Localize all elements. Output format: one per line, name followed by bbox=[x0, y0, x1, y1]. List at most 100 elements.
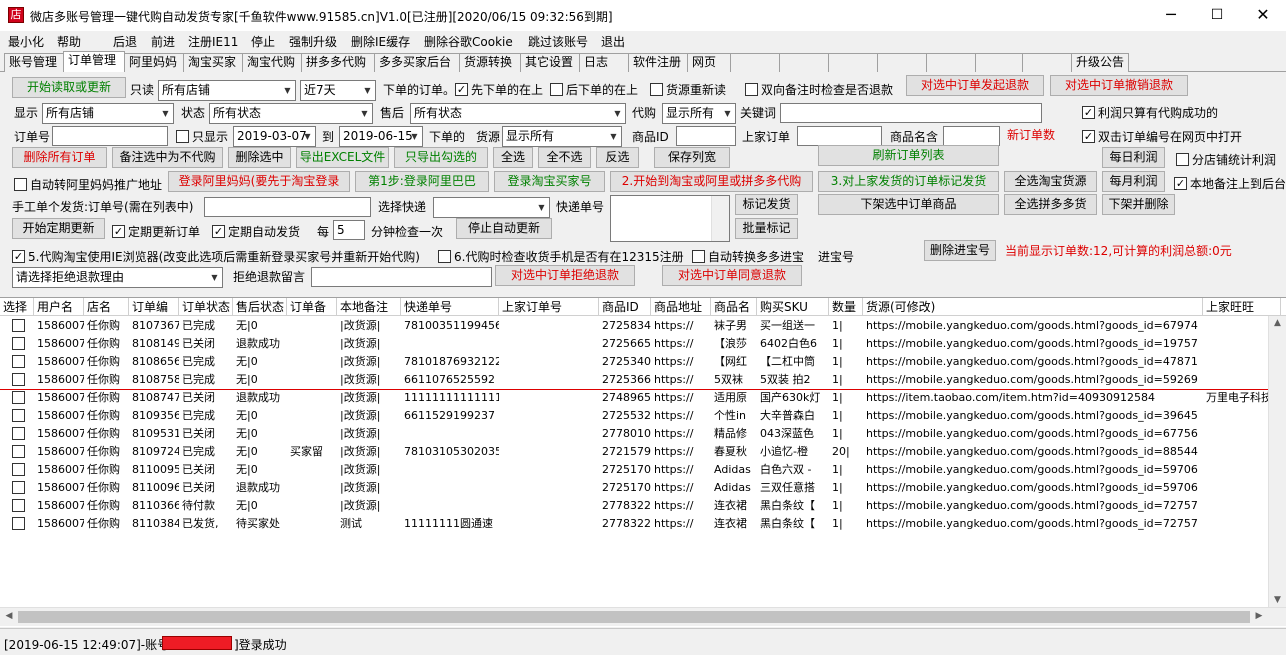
menu-stop[interactable]: 停止 bbox=[251, 33, 275, 50]
cancel-refund-button[interactable]: 对选中订单撤销退款 bbox=[1050, 75, 1188, 96]
row-checkbox[interactable] bbox=[12, 445, 25, 458]
agent-select[interactable]: 显示所有 ▼ bbox=[662, 103, 736, 124]
source-select[interactable]: 显示所有 ▼ bbox=[502, 126, 622, 147]
delist-delete-button[interactable]: 下架并删除 bbox=[1102, 194, 1175, 215]
table-row[interactable]: 1586007 任你购 8108758 已完成 无|0 |改货源| 661107652559… bbox=[0, 371, 1286, 389]
refetch-source-checkbox[interactable] bbox=[650, 83, 663, 96]
column-header[interactable]: 商品名 bbox=[711, 298, 757, 316]
row-checkbox[interactable] bbox=[12, 319, 25, 332]
refresh-order-list-button[interactable]: 刷新订单列表 bbox=[818, 145, 999, 166]
start-agent-purchase-button[interactable]: 2.开始到淘宝或阿里或拼多多代购 bbox=[610, 171, 813, 192]
tab-blank-1[interactable] bbox=[730, 53, 780, 72]
monthly-profit-button[interactable]: 每月利润 bbox=[1102, 171, 1165, 192]
tab-pdd-agent[interactable]: 拼多多代购 bbox=[301, 53, 375, 72]
select-none-button[interactable]: 全不选 bbox=[538, 147, 591, 168]
export-excel-button[interactable]: 导出EXCEL文件 bbox=[296, 147, 389, 168]
column-header[interactable]: 售后状态 bbox=[233, 298, 287, 316]
tab-taobao-buyer[interactable]: 淘宝买家 bbox=[183, 53, 243, 72]
tab-blank-2[interactable] bbox=[779, 53, 829, 72]
table-row[interactable]: 1586007 任你购 8110366 待付款 无|0 |改货源| 2778322 https… bbox=[0, 497, 1286, 515]
table-row[interactable]: 1586007 任你购 8110096 已关闭 退款成功 |改货源| 2725170 http… bbox=[0, 479, 1286, 497]
auto-ali-promo-checkbox[interactable] bbox=[14, 178, 27, 191]
login-alimama-button[interactable]: 登录阿里妈妈(要先于淘宝登录 bbox=[168, 171, 350, 192]
tab-pdd-buyer-backend[interactable]: 多多买家后台 bbox=[374, 53, 460, 72]
local-remark-upload-checkbox[interactable]: ✓ bbox=[1174, 177, 1187, 190]
column-header[interactable]: 购买SKU bbox=[757, 298, 829, 316]
column-header[interactable]: 订单备 bbox=[287, 298, 337, 316]
table-row[interactable]: 1586007 任你购 8110095 已关闭 无|0 |改货源| 2725170 https… bbox=[0, 461, 1286, 479]
date-from-picker[interactable]: 2019-03-07 ▼ bbox=[233, 126, 316, 147]
tab-webpage[interactable]: 网页 bbox=[687, 53, 731, 72]
invert-selection-button[interactable]: 反选 bbox=[596, 147, 639, 168]
mark-ship-button[interactable]: 标记发货 bbox=[735, 194, 798, 215]
menu-help[interactable]: 帮助 bbox=[57, 33, 81, 50]
days-select[interactable]: 近7天 ▼ bbox=[300, 80, 376, 101]
maximize-button[interactable]: ☐ bbox=[1194, 0, 1240, 31]
table-row[interactable]: 1586007 任你购 8108747 已关闭 退款成功 |改货源| 11111111111… bbox=[0, 389, 1286, 407]
row-checkbox[interactable] bbox=[12, 409, 25, 422]
periodic-ship-checkbox[interactable]: ✓ bbox=[212, 225, 225, 238]
table-row[interactable]: 1586007 任你购 8108149 已关闭 退款成功 |改货源| 2725665 http… bbox=[0, 335, 1286, 353]
vertical-scrollbar[interactable]: ▲ ▼ bbox=[1268, 316, 1286, 609]
close-button[interactable]: ✕ bbox=[1240, 0, 1286, 31]
menu-exit[interactable]: 退出 bbox=[601, 33, 625, 50]
agree-refund-button[interactable]: 对选中订单同意退款 bbox=[662, 265, 802, 286]
table-row[interactable]: 1586007 任你购 8110384 已发货, 待买家处 测试 11111111圆通速 27… bbox=[0, 515, 1286, 533]
column-header[interactable]: 订单编 bbox=[129, 298, 179, 316]
minimize-button[interactable]: ─ bbox=[1148, 0, 1194, 31]
read-update-button[interactable]: 开始读取或更新 bbox=[12, 77, 126, 98]
column-header[interactable]: 用户名 bbox=[34, 298, 84, 316]
auto-convert-pdd-checkbox[interactable] bbox=[692, 250, 705, 263]
date-to-picker[interactable]: 2019-06-15 ▼ bbox=[339, 126, 423, 147]
profit-only-checkbox[interactable]: ✓ bbox=[1082, 106, 1095, 119]
scroll-down-icon[interactable]: ▼ bbox=[1269, 595, 1286, 605]
tab-upgrade-notice[interactable]: 升级公告 bbox=[1071, 53, 1129, 72]
taobao-ie-checkbox[interactable]: ✓ bbox=[12, 250, 25, 263]
column-header[interactable]: 数量 bbox=[829, 298, 863, 316]
menu-clear-ie-cache[interactable]: 删除IE缓存 bbox=[351, 33, 410, 50]
scroll-up-icon[interactable]: ▲ bbox=[1269, 318, 1286, 328]
scrollbar[interactable] bbox=[711, 196, 729, 241]
login-1688-button[interactable]: 第1步:登录阿里巴巴 bbox=[355, 171, 489, 192]
row-checkbox[interactable] bbox=[12, 373, 25, 386]
tab-alimama[interactable]: 阿里妈妈 bbox=[124, 53, 184, 72]
delete-selected-button[interactable]: 删除选中 bbox=[228, 147, 291, 168]
row-checkbox[interactable] bbox=[12, 337, 25, 350]
delist-selected-button[interactable]: 下架选中订单商品 bbox=[818, 194, 999, 215]
row-checkbox[interactable] bbox=[12, 517, 25, 530]
mark-upstream-shipped-button[interactable]: 3.对上家发货的订单标记发货 bbox=[818, 171, 999, 192]
product-id-input[interactable] bbox=[676, 126, 736, 146]
periodic-update-checkbox[interactable]: ✓ bbox=[112, 225, 125, 238]
select-all-button[interactable]: 全选 bbox=[493, 147, 533, 168]
export-checked-button[interactable]: 只导出勾选的 bbox=[394, 147, 488, 168]
tab-accounts[interactable]: 账号管理 bbox=[4, 53, 64, 72]
tab-blank-3[interactable] bbox=[828, 53, 878, 72]
column-header[interactable]: 快递单号 bbox=[401, 298, 499, 316]
keyword-input[interactable] bbox=[780, 103, 1042, 123]
express-no-textarea[interactable] bbox=[610, 195, 730, 242]
table-row[interactable]: 1586007 任你购 8108656 已完成 无|0 |改货源| 781018769321… bbox=[0, 353, 1286, 371]
dual-remark-checkbox[interactable] bbox=[745, 83, 758, 96]
column-header[interactable]: 上家旺旺 bbox=[1203, 298, 1281, 316]
column-header[interactable]: 上家订单号 bbox=[499, 298, 599, 316]
manual-ship-order-input[interactable] bbox=[204, 197, 371, 217]
per-shop-stats-checkbox[interactable] bbox=[1176, 153, 1189, 166]
status-select[interactable]: 所有状态 ▼ bbox=[209, 103, 373, 124]
after-sale-select[interactable]: 所有状态 ▼ bbox=[410, 103, 626, 124]
table-row[interactable]: 1586007 任你购 8107367 已完成 无|0 |改货源| 781003511994… bbox=[0, 317, 1286, 335]
remark-not-agent-button[interactable]: 备注选中为不代购 bbox=[112, 147, 223, 168]
reject-msg-input[interactable] bbox=[311, 267, 492, 287]
row-checkbox[interactable] bbox=[12, 499, 25, 512]
scroll-right-icon[interactable]: ▶ bbox=[1254, 611, 1264, 621]
display-select[interactable]: 所有店铺 ▼ bbox=[42, 103, 174, 124]
daily-profit-button[interactable]: 每日利润 bbox=[1102, 147, 1165, 168]
menu-clear-chrome-cookie[interactable]: 删除谷歌Cookie bbox=[424, 33, 513, 50]
column-header[interactable]: 店名 bbox=[84, 298, 129, 316]
check-phone-checkbox[interactable] bbox=[438, 250, 451, 263]
column-header[interactable]: 商品地址 bbox=[651, 298, 711, 316]
start-periodic-update-button[interactable]: 开始定期更新 bbox=[12, 218, 105, 239]
tab-other-settings[interactable]: 其它设置 bbox=[520, 53, 580, 72]
tab-taobao-agent[interactable]: 淘宝代购 bbox=[242, 53, 302, 72]
reject-refund-button[interactable]: 对选中订单拒绝退款 bbox=[495, 265, 635, 286]
reject-reason-select[interactable]: 请选择拒绝退款理由 ▼ bbox=[12, 267, 223, 288]
